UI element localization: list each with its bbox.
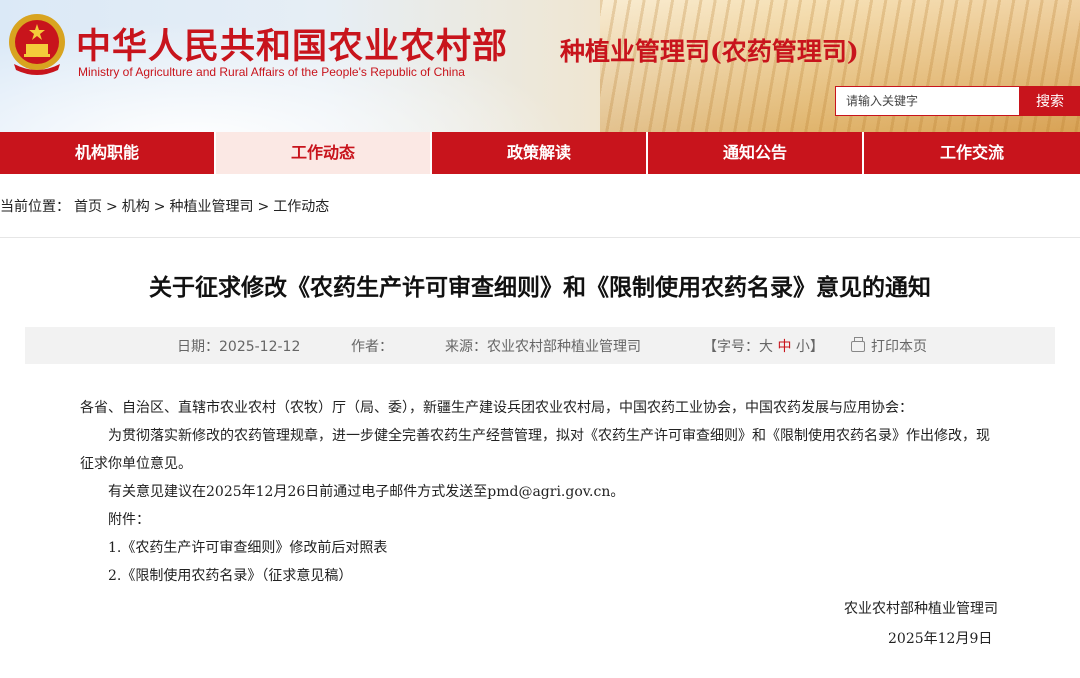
attachments-label: 附件： bbox=[108, 512, 150, 528]
meta-author-label: 作者： bbox=[351, 339, 393, 355]
meta-author: 作者： bbox=[351, 336, 393, 356]
search-button[interactable]: 搜索 bbox=[1020, 86, 1080, 116]
paragraph: 为贯彻落实新修改的农药管理规章，进一步健全完善农药生产经营管理，拟对《农药生产许… bbox=[80, 428, 990, 472]
department-title: 种植业管理司(农药管理司) bbox=[560, 37, 859, 66]
breadcrumb-current[interactable]: 工作动态 bbox=[273, 199, 329, 215]
salutation: 各省、自治区、直辖市农业农村（农牧）厅（局、委），新疆生产建设兵团农业农村局，中… bbox=[80, 400, 913, 416]
fontsize-medium-link[interactable]: 中 bbox=[777, 339, 791, 355]
nav-item-tongzhi-gonggao[interactable]: 通知公告 bbox=[648, 132, 864, 174]
meta-date-value: 2025-12-12 bbox=[219, 339, 301, 355]
breadcrumb-separator: > bbox=[106, 199, 118, 215]
meta-fontsize: 【字号：大 中 小】 bbox=[703, 336, 824, 356]
article-meta-bar: 日期：2025-12-12 作者： 来源：农业农村部种植业管理司 【字号：大 中… bbox=[25, 327, 1055, 364]
fontsize-small-link[interactable]: 小 bbox=[796, 339, 810, 355]
meta-source: 来源：农业农村部种植业管理司 bbox=[445, 336, 641, 356]
nav-item-zhengce-jiedu[interactable]: 政策解读 bbox=[432, 132, 648, 174]
national-emblem-icon bbox=[9, 14, 65, 75]
attachment-link[interactable]: 1.《农药生产许可审查细则》修改前后对照表 bbox=[80, 534, 1000, 562]
printer-icon bbox=[851, 337, 865, 352]
meta-source-value: 农业农村部种植业管理司 bbox=[487, 339, 641, 355]
nav-item-gongzuo-jiaoliu[interactable]: 工作交流 bbox=[864, 132, 1080, 174]
search-input[interactable] bbox=[835, 86, 1020, 116]
site-name-en: Ministry of Agriculture and Rural Affair… bbox=[78, 65, 465, 79]
meta-date-label: 日期： bbox=[177, 339, 219, 355]
breadcrumb-zhongzhiye[interactable]: 种植业管理司 bbox=[169, 199, 253, 215]
attachment-link[interactable]: 2.《限制使用农药名录》（征求意见稿） bbox=[80, 562, 1000, 590]
breadcrumb-jigou[interactable]: 机构 bbox=[122, 199, 150, 215]
site-name-cn[interactable]: 中华人民共和国农业农村部 bbox=[76, 18, 508, 69]
fontsize-label: 【字号： bbox=[703, 339, 759, 355]
breadcrumb-prefix: 当前位置： bbox=[0, 199, 70, 215]
breadcrumb-home[interactable]: 首页 bbox=[74, 199, 102, 215]
paragraph: 有关意见建议在2025年12月26日前通过电子邮件方式发送至pmd@agri.g… bbox=[108, 484, 625, 500]
header-banner: 中华人民共和国农业农村部 Ministry of Agriculture and… bbox=[0, 0, 1080, 132]
fontsize-large-link[interactable]: 大 bbox=[759, 339, 773, 355]
nav-item-gongzuo-dongtai[interactable]: 工作动态 bbox=[216, 132, 432, 174]
breadcrumb-separator: > bbox=[153, 199, 166, 215]
breadcrumb-separator: > bbox=[257, 199, 270, 215]
article-body: 各省、自治区、直辖市农业农村（农牧）厅（局、委），新疆生产建设兵团农业农村局，中… bbox=[80, 394, 1000, 590]
fontsize-end: 】 bbox=[809, 339, 824, 355]
sign-date: 2025年12月9日 bbox=[888, 631, 993, 647]
main-nav: 机构职能 工作动态 政策解读 通知公告 工作交流 bbox=[0, 132, 1080, 174]
print-page-link[interactable]: 打印本页 bbox=[851, 336, 927, 356]
meta-source-label: 来源： bbox=[445, 339, 487, 355]
meta-date: 日期：2025-12-12 bbox=[177, 336, 300, 356]
print-label: 打印本页 bbox=[871, 339, 927, 355]
divider bbox=[0, 237, 1080, 238]
nav-item-jigou[interactable]: 机构职能 bbox=[0, 132, 216, 174]
article-title: 关于征求修改《农药生产许可审查细则》和《限制使用农药名录》意见的通知 bbox=[149, 275, 931, 301]
breadcrumb: 当前位置： 首页 > 机构 > 种植业管理司 > 工作动态 bbox=[0, 196, 333, 216]
signature: 农业农村部种植业管理司 bbox=[844, 601, 998, 617]
